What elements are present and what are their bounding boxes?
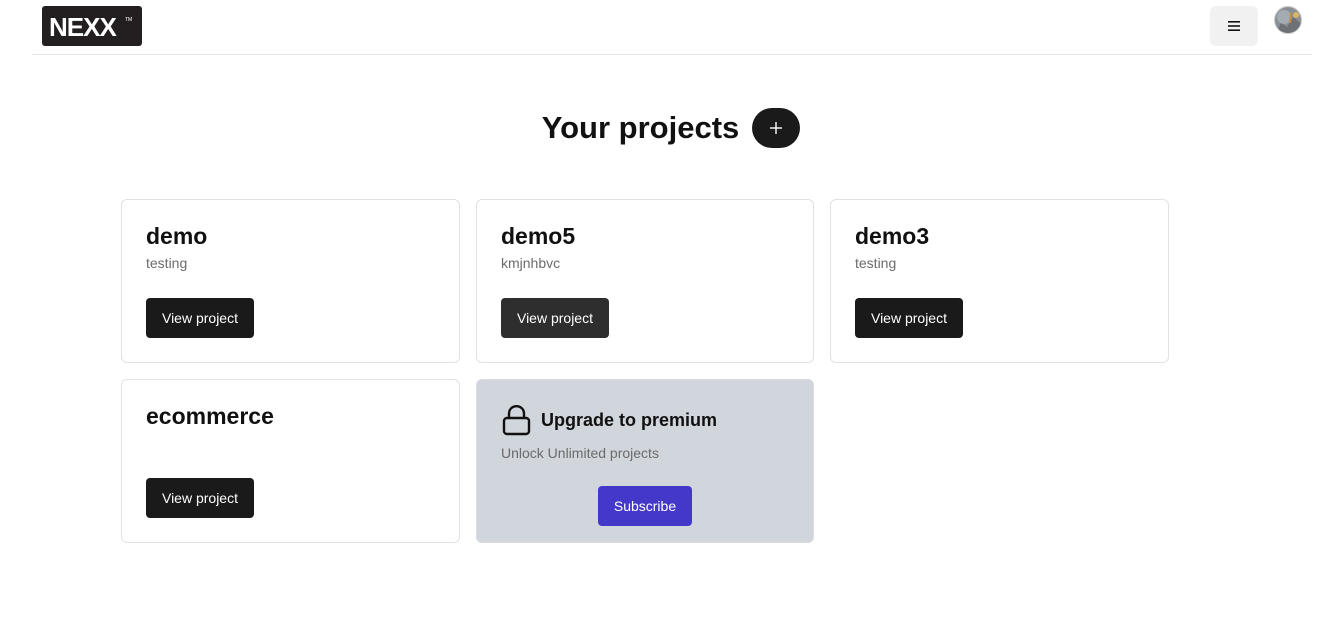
- premium-title: Upgrade to premium: [541, 409, 718, 430]
- hamburger-menu-icon: [1228, 21, 1240, 31]
- project-name: ecommerce: [146, 403, 274, 429]
- project-description: kmjnhbvc: [501, 255, 561, 271]
- project-name: demo: [146, 223, 208, 249]
- view-project-button[interactable]: View project: [146, 298, 254, 338]
- page-title: Your projects: [541, 110, 740, 145]
- add-project-button[interactable]: [752, 108, 801, 148]
- svg-text:TM: TM: [125, 17, 132, 23]
- project-name: demo3: [855, 223, 930, 249]
- plus-icon: [770, 122, 783, 134]
- nexx-logo[interactable]: NEXX TM: [42, 6, 142, 46]
- project-card: demo3 testing View project: [830, 199, 1169, 363]
- project-card: ecommerce View project: [121, 379, 460, 543]
- upgrade-premium-card: Upgrade to premium Unlock Unlimited proj…: [476, 379, 814, 543]
- lock-icon: [502, 404, 531, 436]
- project-card: demo5 kmjnhbvc View project: [476, 199, 814, 363]
- subscribe-button[interactable]: Subscribe: [598, 486, 692, 526]
- logo-wordmark: NEXX TM: [49, 13, 132, 39]
- user-avatar[interactable]: [1274, 6, 1302, 34]
- avatar-image: [1275, 7, 1301, 33]
- premium-header: Upgrade to premium: [501, 404, 789, 436]
- project-description: testing: [855, 255, 897, 271]
- project-card: demo testing View project: [121, 199, 460, 363]
- heading-row: Your projects: [0, 108, 1342, 148]
- project-description: [146, 434, 435, 452]
- project-description: testing: [146, 255, 188, 271]
- view-project-button[interactable]: View project: [146, 478, 254, 518]
- premium-description: Unlock Unlimited projects: [501, 445, 659, 461]
- view-project-button[interactable]: View project: [501, 298, 609, 338]
- menu-button[interactable]: [1210, 6, 1258, 46]
- project-name: demo5: [501, 223, 576, 249]
- top-navbar: NEXX TM: [32, 0, 1312, 55]
- svg-text:NEXX: NEXX: [49, 13, 117, 39]
- view-project-button[interactable]: View project: [855, 298, 963, 338]
